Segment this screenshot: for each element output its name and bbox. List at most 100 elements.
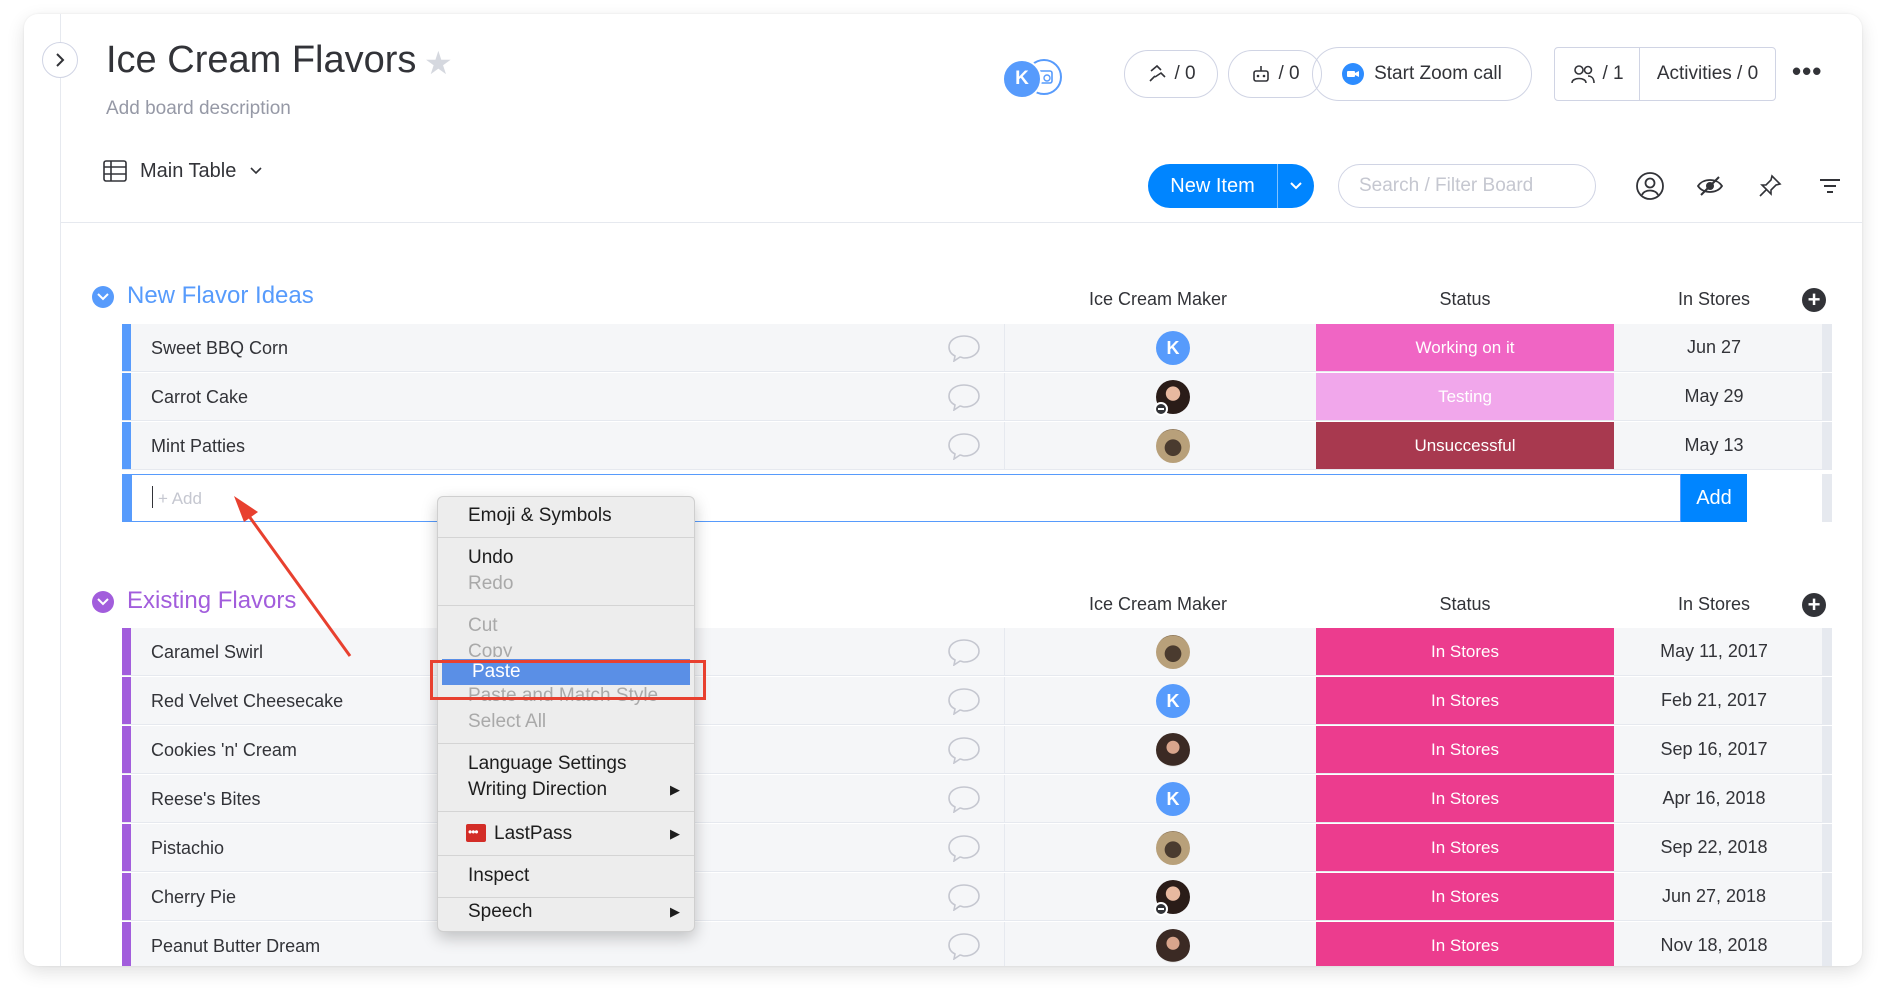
pin-icon[interactable]: [1754, 170, 1786, 202]
main-table-view-tab[interactable]: Main Table: [102, 159, 264, 183]
group-title-new-flavor-ideas[interactable]: New Flavor Ideas: [127, 282, 314, 310]
in-stores-date[interactable]: Feb 21, 2017: [1614, 677, 1814, 724]
column-header-maker[interactable]: Ice Cream Maker: [1058, 594, 1258, 615]
status-label[interactable]: In Stores: [1316, 628, 1614, 675]
maker-avatar[interactable]: K: [1156, 331, 1190, 365]
status-label[interactable]: Working on it: [1316, 324, 1614, 371]
menu-item-language-settings[interactable]: Language Settings: [438, 751, 694, 777]
status-label[interactable]: In Stores: [1316, 677, 1614, 724]
add-item-row[interactable]: + Add Add: [122, 474, 1832, 522]
menu-item-lastpass[interactable]: LastPass ▶: [438, 819, 694, 847]
more-options-icon[interactable]: •••: [1792, 56, 1822, 87]
activities-button[interactable]: Activities / 0: [1640, 63, 1775, 85]
group-collapse-caret-icon[interactable]: [92, 286, 114, 308]
in-stores-date[interactable]: May 13: [1614, 422, 1814, 469]
add-column-icon[interactable]: +: [1802, 593, 1826, 617]
table-row[interactable]: Reese's Bites K In Stores Apr 16, 2018: [122, 775, 1832, 823]
in-stores-date[interactable]: May 11, 2017: [1614, 628, 1814, 675]
maker-avatar[interactable]: [1156, 929, 1190, 963]
table-row[interactable]: Peanut Butter Dream In Stores Nov 18, 2018: [122, 922, 1832, 966]
sort-filter-icon[interactable]: [1814, 170, 1846, 202]
menu-item-inspect[interactable]: Inspect: [438, 863, 694, 889]
status-label[interactable]: Unsuccessful: [1316, 422, 1614, 469]
status-label[interactable]: In Stores: [1316, 922, 1614, 966]
item-name[interactable]: Red Velvet Cheesecake: [151, 677, 343, 725]
owner-avatar[interactable]: K: [1002, 59, 1042, 99]
in-stores-date[interactable]: Nov 18, 2018: [1614, 922, 1814, 966]
conversation-icon[interactable]: [946, 687, 982, 715]
conversation-icon[interactable]: [946, 638, 982, 666]
expand-panel-button[interactable]: [42, 42, 78, 78]
maker-avatar[interactable]: [1156, 635, 1190, 669]
table-row[interactable]: Red Velvet Cheesecake K In Stores Feb 21, 2…: [122, 677, 1832, 725]
group-title-existing-flavors[interactable]: Existing Flavors: [127, 587, 296, 615]
in-stores-date[interactable]: May 29: [1614, 373, 1814, 420]
item-name[interactable]: Cherry Pie: [151, 873, 236, 921]
column-header-in-stores[interactable]: In Stores: [1614, 594, 1814, 615]
item-name[interactable]: Pistachio: [151, 824, 224, 872]
column-header-status[interactable]: Status: [1316, 289, 1614, 310]
item-name[interactable]: Mint Patties: [151, 422, 245, 470]
maker-avatar[interactable]: [1156, 429, 1190, 463]
favorite-star-icon[interactable]: ★: [424, 44, 453, 82]
status-label[interactable]: In Stores: [1316, 824, 1614, 871]
add-column-icon[interactable]: +: [1802, 288, 1826, 312]
start-zoom-call-button[interactable]: Start Zoom call: [1312, 47, 1532, 101]
board-description[interactable]: Add board description: [106, 98, 291, 120]
table-row[interactable]: Sweet BBQ Corn K Working on it Jun 27: [122, 324, 1832, 372]
menu-item-writing-direction[interactable]: Writing Direction ▶: [438, 777, 694, 803]
new-item-dropdown-button[interactable]: [1277, 164, 1314, 208]
group-collapse-caret-icon[interactable]: [92, 591, 114, 613]
status-label[interactable]: In Stores: [1316, 775, 1614, 822]
menu-item-undo[interactable]: Undo: [438, 545, 694, 571]
add-item-input[interactable]: + Add: [131, 474, 1681, 522]
item-name[interactable]: Cookies 'n' Cream: [151, 726, 297, 774]
conversation-icon[interactable]: [946, 334, 982, 362]
table-row[interactable]: Mint Patties Unsuccessful May 13: [122, 422, 1832, 470]
in-stores-date[interactable]: Jun 27, 2018: [1614, 873, 1814, 920]
status-label[interactable]: In Stores: [1316, 873, 1614, 920]
item-name[interactable]: Carrot Cake: [151, 373, 248, 421]
item-name[interactable]: Sweet BBQ Corn: [151, 324, 288, 372]
in-stores-date[interactable]: Sep 16, 2017: [1614, 726, 1814, 773]
table-row[interactable]: Cookies 'n' Cream In Stores Sep 16, 2017: [122, 726, 1832, 774]
maker-avatar[interactable]: [1154, 380, 1190, 416]
status-label[interactable]: Testing: [1316, 373, 1614, 420]
maker-avatar[interactable]: [1156, 831, 1190, 865]
menu-item-emoji-symbols[interactable]: Emoji & Symbols: [438, 503, 694, 529]
conversation-icon[interactable]: [946, 834, 982, 862]
conversation-icon[interactable]: [946, 383, 982, 411]
maker-avatar[interactable]: [1156, 733, 1190, 767]
in-stores-date[interactable]: Jun 27: [1614, 324, 1814, 371]
table-row[interactable]: Cherry Pie In Stores Jun 27, 2018: [122, 873, 1832, 921]
board-title[interactable]: Ice Cream Flavors: [106, 38, 416, 84]
item-name[interactable]: Peanut Butter Dream: [151, 922, 320, 966]
hide-columns-icon[interactable]: [1694, 170, 1726, 202]
menu-item-speech[interactable]: Speech ▶: [438, 899, 694, 925]
in-stores-date[interactable]: Sep 22, 2018: [1614, 824, 1814, 871]
item-name[interactable]: Caramel Swirl: [151, 628, 263, 676]
column-header-maker[interactable]: Ice Cream Maker: [1058, 289, 1258, 310]
conversation-icon[interactable]: [946, 932, 982, 960]
maker-avatar[interactable]: K: [1156, 782, 1190, 816]
person-filter-icon[interactable]: [1634, 170, 1666, 202]
table-row[interactable]: Carrot Cake Testing May 29: [122, 373, 1832, 421]
automations-counter[interactable]: / 0: [1228, 50, 1322, 98]
conversation-icon[interactable]: [946, 432, 982, 460]
search-filter-input[interactable]: [1338, 164, 1596, 208]
maker-avatar[interactable]: K: [1156, 684, 1190, 718]
column-header-status[interactable]: Status: [1316, 594, 1614, 615]
conversation-icon[interactable]: [946, 785, 982, 813]
status-label[interactable]: In Stores: [1316, 726, 1614, 773]
add-item-button[interactable]: Add: [1681, 474, 1747, 522]
members-button[interactable]: / 1: [1555, 48, 1640, 100]
table-row[interactable]: Caramel Swirl In Stores May 11, 2017: [122, 628, 1832, 676]
maker-avatar[interactable]: [1154, 880, 1190, 916]
conversation-icon[interactable]: [946, 883, 982, 911]
updates-counter[interactable]: / 0: [1124, 50, 1218, 98]
new-item-button[interactable]: New Item: [1148, 164, 1314, 208]
item-name[interactable]: Reese's Bites: [151, 775, 261, 823]
conversation-icon[interactable]: [946, 736, 982, 764]
in-stores-date[interactable]: Apr 16, 2018: [1614, 775, 1814, 822]
table-row[interactable]: Pistachio In Stores Sep 22, 2018: [122, 824, 1832, 872]
